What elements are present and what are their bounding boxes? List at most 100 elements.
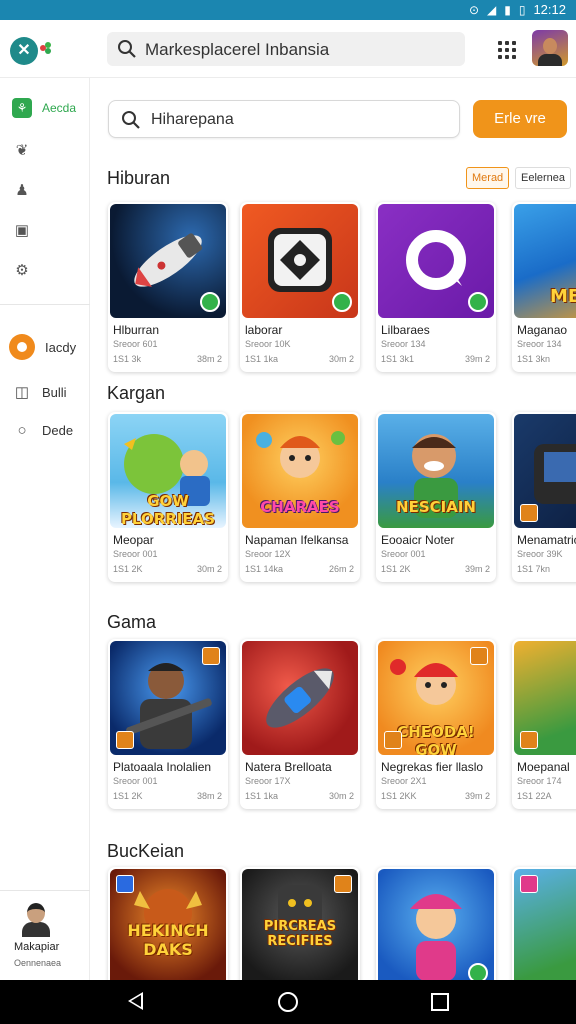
circle-icon: ○ — [17, 421, 27, 439]
top-search-text: Markesplacerel Inbansia — [145, 40, 330, 59]
app-card[interactable]: Platoaala Inolalien Sreoor 001 1S1 2K 38… — [108, 639, 228, 809]
sidebar-item-aecda[interactable]: ⚘ Aecda — [12, 98, 76, 118]
app-developer: Sreoor 134 — [517, 339, 562, 349]
sidebar-item-person[interactable]: ♟ — [12, 180, 32, 200]
game-badge-icon — [520, 731, 538, 749]
profile-name: Makapiar — [14, 941, 60, 953]
sidebar-item-iacdy[interactable]: Iacdy — [9, 334, 76, 360]
app-art-jungle-kids: NE — [514, 869, 576, 980]
app-card[interactable]: HEKINCH DAKS — [108, 867, 228, 980]
verified-badge-icon — [468, 963, 488, 980]
apps-grid-icon[interactable] — [498, 41, 516, 59]
app-meta: 1S1 1ka — [245, 791, 279, 801]
app-size: 39m 2 — [464, 564, 490, 574]
app-meta: 1S1 2K — [381, 564, 411, 574]
search-icon — [122, 111, 140, 129]
app-art-rocket — [110, 204, 226, 318]
sidebar: ⚘ Aecda ❦ ♟ ▣ ⚙ Iacdy ◫ Bulli ○ Dede Mak… — [0, 78, 90, 980]
app-card[interactable]: Natera Brelloata Sreoor 17X 1S1 1ka 30m … — [240, 639, 360, 809]
app-art-rocket-ship — [242, 641, 358, 755]
app-card[interactable]: Hlburran Sreoor 601 1S1 3k 38m 2 — [108, 202, 228, 372]
app-developer: Sreoor 001 — [113, 776, 158, 786]
leaf-icon: ❦ — [15, 142, 29, 159]
recent-apps-icon[interactable] — [431, 993, 449, 1011]
user-avatar[interactable] — [532, 30, 568, 66]
app-art-soldier — [110, 641, 226, 755]
app-row: HEKINCH DAKS PIRCREAS RECIFIES — [108, 867, 576, 980]
sidebar-item-leaf[interactable]: ❦ — [12, 140, 32, 160]
game-badge-icon — [470, 647, 488, 665]
filter-chip[interactable]: Eelernea — [515, 167, 572, 189]
app-card[interactable]: Lilbaraes Sreoor 134 1S1 3k1 39m 2 — [376, 202, 496, 372]
search-input[interactable]: Hiharepana — [108, 100, 460, 138]
app-developer: Sreoor 134 — [381, 339, 426, 349]
app-art-kid-game: CHARAES — [242, 414, 358, 528]
app-size: 38m 2 — [196, 354, 222, 364]
sidebar-item-label: Dede — [42, 422, 74, 438]
app-art-girl — [378, 869, 494, 980]
home-icon[interactable] — [278, 992, 298, 1012]
app-card[interactable]: NESCIAIN Eooaicr Noter Sreoor 001 1S1 2K… — [376, 412, 496, 582]
clock: 12:12 — [533, 2, 566, 17]
top-search-bar[interactable]: Markesplacerel Inbansia — [107, 32, 465, 66]
app-card[interactable]: GOW PLORRIEAS Meopar Sreoor 001 1S1 2K 3… — [108, 412, 228, 582]
section-title: BucKeian — [107, 841, 185, 861]
app-row: GOW PLORRIEAS Meopar Sreoor 001 1S1 2K 3… — [108, 412, 576, 584]
sidebar-divider — [0, 304, 90, 305]
top-app-bar: ✕ Markesplacerel Inbansia — [0, 20, 576, 78]
app-card[interactable]: MER Maganao Sreoor 134 1S1 3kn — [512, 202, 576, 372]
sidebar-item-square[interactable]: ▣ — [12, 220, 32, 240]
app-name: Moepanal — [517, 760, 570, 774]
sidebar-item-dede[interactable]: ○ Dede — [12, 420, 73, 440]
app-art-hero: MER — [514, 204, 576, 318]
app-name: Maganao — [517, 323, 568, 337]
app-meta: 1S1 3kn — [517, 354, 551, 364]
app-name: Meopar — [113, 533, 154, 547]
camera-icon: ◫ — [14, 384, 30, 401]
app-name: Natera Brelloata — [245, 760, 332, 774]
square-icon: ▣ — [14, 222, 30, 239]
app-developer: Sreoor 001 — [113, 549, 158, 559]
section-title: Kargan — [107, 383, 166, 403]
app-card[interactable]: Menamatric Sreoor 39K 1S1 7kn — [512, 412, 576, 582]
app-name: Eooaicr Noter — [381, 533, 455, 547]
app-card[interactable]: laborar Sreoor 10K 1S1 1ka 30m 2 — [240, 202, 360, 372]
app-art-controller — [242, 204, 358, 318]
app-meta: 1S1 7kn — [517, 564, 551, 574]
app-art-man-game: NESCIAIN — [378, 414, 494, 528]
app-card[interactable]: CHARAES Napaman Ifelkansa Sreoor 12X 1S1… — [240, 412, 360, 582]
app-art-jungle — [514, 641, 576, 755]
search-button[interactable]: Erle vre — [473, 100, 567, 138]
app-card[interactable] — [376, 867, 496, 980]
back-icon[interactable] — [128, 992, 143, 1010]
app-developer: Sreoor 39K — [517, 549, 563, 559]
wifi-icon: ◢ — [487, 2, 497, 17]
app-card[interactable]: PIRCREAS RECIFIES — [240, 867, 360, 980]
game-badge-icon — [520, 504, 538, 522]
app-size: 38m 2 — [196, 791, 222, 801]
profile-avatar — [22, 903, 50, 937]
profile-block[interactable]: Makapiar Oennenaea — [0, 890, 90, 980]
app-size: 26m 2 — [328, 564, 354, 574]
app-art-bird-game: GOW PLORRIEAS — [110, 414, 226, 528]
app-meta: 1S1 3k1 — [381, 354, 415, 364]
profile-subtitle: Oennenaea — [14, 958, 62, 968]
app-art-console — [514, 414, 576, 528]
app-developer: Sreoor 001 — [381, 549, 426, 559]
app-meta: 1S1 2KK — [381, 791, 417, 801]
app-card[interactable]: NE — [512, 867, 576, 980]
sidebar-item-settings[interactable]: ⚙ — [12, 260, 32, 280]
sidebar-item-bulli[interactable]: ◫ Bulli — [12, 382, 67, 402]
game-badge-icon — [116, 731, 134, 749]
section-title: Gama — [107, 612, 157, 632]
search-input-text: Hiharepana — [151, 111, 234, 128]
app-card[interactable]: Moepanal Sreoor 174 1S1 22A — [512, 639, 576, 809]
filter-chip-active[interactable]: Merad — [466, 167, 510, 189]
game-badge-icon — [334, 875, 352, 893]
app-card[interactable]: CHEODA! GOW Negrekas fier llaslo Sreoor … — [376, 639, 496, 809]
verified-badge-icon — [200, 292, 220, 312]
verified-badge-icon — [332, 292, 352, 312]
app-size: 30m 2 — [328, 354, 354, 364]
app-art-q-logo — [378, 204, 494, 318]
app-logo-icon[interactable]: ✕ — [10, 37, 38, 65]
